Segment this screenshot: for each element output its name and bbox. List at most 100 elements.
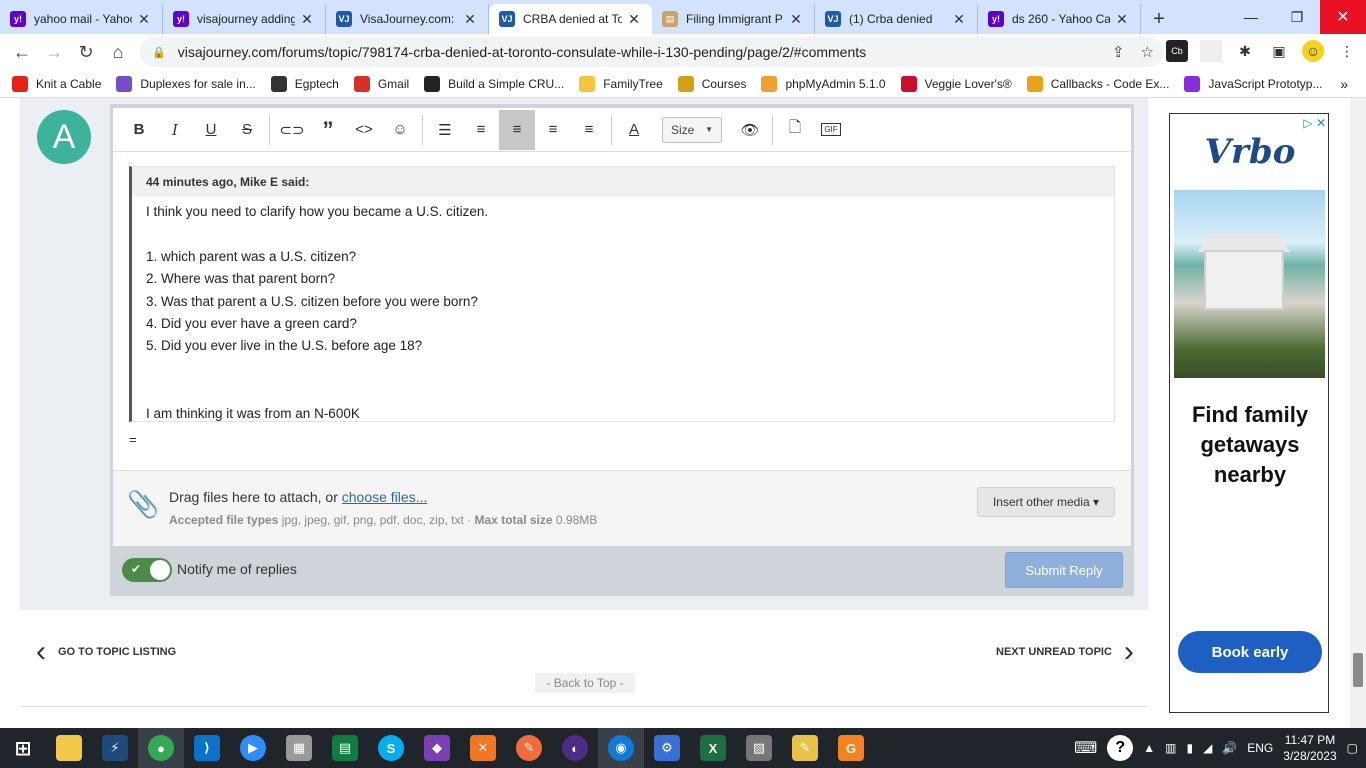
calculator-icon[interactable]: ▦ <box>276 728 322 768</box>
pdf-app-icon[interactable]: G <box>828 728 874 768</box>
browser-tab[interactable]: ▤ Filing Immigrant P ✕ <box>652 4 815 34</box>
browser-tab[interactable]: y! ds 260 - Yahoo Ca ✕ <box>978 4 1141 34</box>
volume-icon[interactable]: 🔊 <box>1222 741 1237 755</box>
extensions-puzzle-icon[interactable]: ✱ <box>1234 40 1256 62</box>
close-window-icon[interactable]: ✕ <box>1320 0 1366 34</box>
skype-icon[interactable]: S <box>368 728 414 768</box>
preview-document-icon[interactable]: 🗋 <box>777 110 813 150</box>
eclipse-icon[interactable]: ◐ <box>552 728 598 768</box>
font-size-select[interactable]: Size ▼ <box>662 116 722 143</box>
excel-icon[interactable]: X <box>690 728 736 768</box>
tab-close-icon[interactable]: ✕ <box>1114 11 1130 28</box>
insert-other-media-button[interactable]: Insert other media ▾ <box>977 487 1115 517</box>
profile-avatar-icon[interactable]: ☺ <box>1302 40 1324 62</box>
xampp-icon[interactable]: ✕ <box>460 728 506 768</box>
side-panel-icon[interactable]: ▣ <box>1268 40 1290 62</box>
browser-tab[interactable]: VJ VisaJourney.com: S ✕ <box>326 4 489 34</box>
attachment-area[interactable]: 📎 Drag files here to attach, or choose f… <box>113 470 1131 546</box>
help-icon[interactable]: ? <box>1107 735 1134 761</box>
bookmark-item[interactable]: Duplexes for sale in... <box>116 75 256 92</box>
bookmark-item[interactable]: Courses <box>677 75 746 92</box>
submit-reply-button[interactable]: Submit Reply <box>1005 552 1123 588</box>
battery-icon[interactable]: ▮ <box>1186 741 1193 755</box>
align-center-icon[interactable]: ≡ <box>535 110 571 150</box>
numbered-list-icon[interactable]: ≡ <box>463 110 499 150</box>
cb-extension-icon[interactable]: Cb <box>1166 40 1188 62</box>
forward-arrow-icon[interactable]: → <box>38 36 70 68</box>
bookmark-item[interactable]: Gmail <box>353 75 409 92</box>
language-indicator[interactable]: ENG <box>1247 741 1273 755</box>
address-bar[interactable]: 🔒 visajourney.com/forums/topic/798174-cr… <box>140 37 1164 67</box>
quote-icon[interactable]: ” <box>310 110 346 150</box>
browser-menu-icon[interactable]: ⋮ <box>1336 40 1358 62</box>
browser-tab[interactable]: y! yahoo mail - Yahoo ✕ <box>0 4 163 34</box>
notify-toggle[interactable]: ✔ <box>122 558 172 582</box>
notifications-icon[interactable]: ▢ <box>1347 741 1358 755</box>
tab-close-icon[interactable]: ✕ <box>462 11 478 28</box>
bookmark-item[interactable]: Callbacks - Code Ex... <box>1026 75 1169 92</box>
clock[interactable]: 11:47 PM 3/28/2023 <box>1283 732 1336 764</box>
strikethrough-icon[interactable]: S <box>229 110 265 150</box>
go-to-topic-listing-link[interactable]: ‹ GO TO TOPIC LISTING <box>36 635 176 669</box>
wifi-icon[interactable]: ◢ <box>1203 741 1212 755</box>
bookmark-item[interactable]: Egptech <box>270 75 339 92</box>
home-icon[interactable]: ⌂ <box>102 36 134 68</box>
browser-tab[interactable]: VJ CRBA denied at To ✕ <box>489 4 652 34</box>
tab-close-icon[interactable]: ✕ <box>626 11 642 28</box>
browser-tab[interactable]: y! visajourney adding ✕ <box>163 4 326 34</box>
scrollbar-thumb[interactable] <box>1353 653 1363 687</box>
bookmark-item[interactable]: phpMyAdmin 5.1.0 <box>761 75 886 92</box>
code-icon[interactable]: <> <box>346 110 382 150</box>
bookmark-item[interactable]: Veggie Lover's® <box>900 75 1012 92</box>
share-icon[interactable]: ⇪ <box>1112 43 1125 61</box>
align-right-icon[interactable]: ≡ <box>571 110 607 150</box>
vscode-icon[interactable]: ⟩ <box>184 728 230 768</box>
bookmark-star-icon[interactable]: ☆ <box>1141 43 1154 61</box>
tab-close-icon[interactable]: ✕ <box>788 11 804 28</box>
back-arrow-icon[interactable]: ← <box>6 36 38 68</box>
emoji-icon[interactable]: ☺ <box>382 110 418 150</box>
network-app-icon[interactable]: ⚡ <box>92 728 138 768</box>
tab-close-icon[interactable]: ✕ <box>951 11 967 28</box>
minimize-icon[interactable]: — <box>1228 0 1274 34</box>
edge-icon[interactable]: ◉ <box>598 728 644 768</box>
project-app-icon[interactable]: ▤ <box>322 728 368 768</box>
editor-content[interactable]: 44 minutes ago, Mike E said: I think you… <box>113 152 1131 470</box>
settings-gear-icon[interactable]: ⚙ <box>644 728 690 768</box>
photo-app-icon[interactable]: ▧ <box>736 728 782 768</box>
file-explorer-icon[interactable] <box>46 728 92 768</box>
tab-close-icon[interactable]: ✕ <box>299 11 315 28</box>
browser-tab[interactable]: VJ (1) Crba denied ✕ <box>815 4 978 34</box>
next-unread-topic-link[interactable]: NEXT UNREAD TOPIC › <box>996 635 1134 669</box>
choose-files-link[interactable]: choose files... <box>342 489 428 505</box>
visual-studio-icon[interactable]: ◆ <box>414 728 460 768</box>
chrome-icon[interactable]: ● <box>138 728 184 768</box>
align-left-icon[interactable]: ≡ <box>499 109 535 150</box>
new-tab-button[interactable]: + <box>1141 4 1177 34</box>
more-bookmarks-icon[interactable]: » <box>1340 76 1348 92</box>
link-icon[interactable]: ⊂⊃ <box>274 110 310 150</box>
advertisement[interactable]: ▷ ✕ Vrbo Find family getaways nearby Boo… <box>1169 113 1329 713</box>
bullet-list-icon[interactable]: ☰ <box>427 110 463 150</box>
page-scrollbar[interactable] <box>1350 98 1366 728</box>
italic-icon[interactable]: I <box>157 110 193 150</box>
reload-icon[interactable]: ↻ <box>70 36 102 68</box>
network-icon[interactable]: ▥ <box>1165 741 1176 755</box>
bookmark-item[interactable]: FamilyTree <box>579 75 663 92</box>
restore-icon[interactable]: ❐ <box>1274 0 1320 34</box>
zoom-icon[interactable]: ▶ <box>230 728 276 768</box>
gif-icon[interactable]: GIF <box>813 110 849 150</box>
chevron-up-icon[interactable]: ▲ <box>1143 741 1155 755</box>
bookmark-item[interactable]: Build a Simple CRU... <box>424 75 564 92</box>
back-to-top-link[interactable]: - Back to Top - <box>535 673 635 693</box>
ad-choices-icon[interactable]: ▷ ✕ <box>1303 116 1326 130</box>
paint-app-icon[interactable]: ✎ <box>782 728 828 768</box>
tab-close-icon[interactable]: ✕ <box>136 11 152 28</box>
windows-start-icon[interactable]: ⊞ <box>0 728 46 768</box>
bookmark-item[interactable]: JavaScript Prototyp... <box>1184 75 1322 92</box>
bold-icon[interactable]: B <box>121 110 157 150</box>
bookmark-item[interactable]: Knit a Cable <box>12 75 101 92</box>
postman-icon[interactable]: ✎ <box>506 728 552 768</box>
underline-icon[interactable]: U <box>193 110 229 150</box>
preview-eye-icon[interactable]: 👁 <box>732 110 768 150</box>
